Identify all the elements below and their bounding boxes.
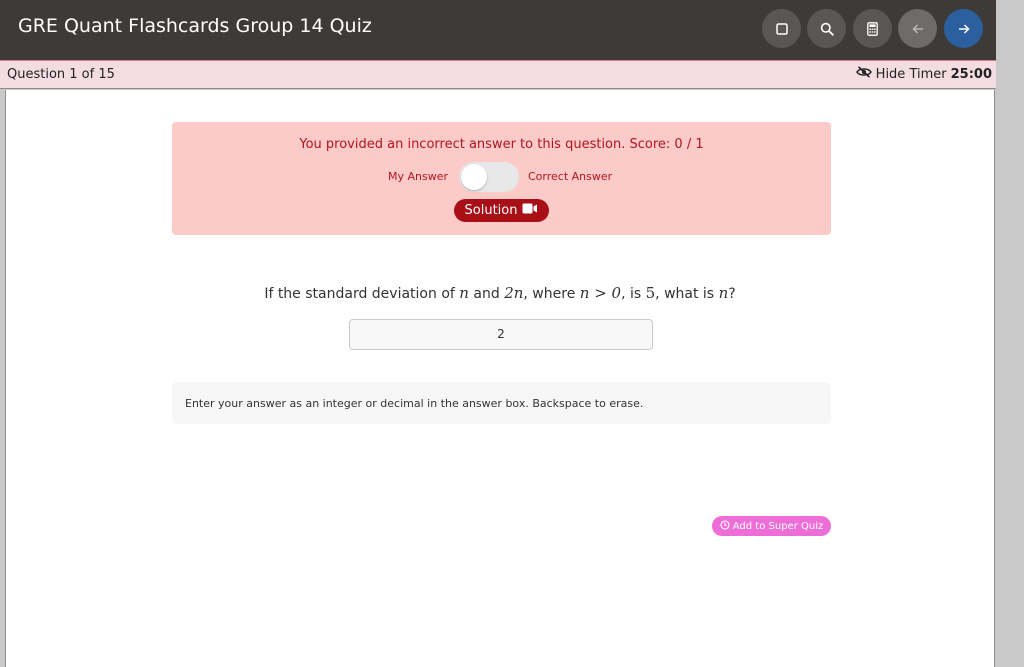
question-text-part: , what is <box>655 286 715 302</box>
eye-slash-icon <box>855 66 872 82</box>
hide-timer-label: Hide Timer <box>875 66 947 82</box>
math-variable: n <box>459 284 469 302</box>
question-text-part: , where <box>523 286 576 302</box>
question-text: If the standard deviation of n and 2n, w… <box>6 284 994 302</box>
question-panel: You provided an incorrect answer to this… <box>5 90 995 667</box>
previous-button[interactable] <box>898 9 937 48</box>
question-text-part: and <box>473 286 500 302</box>
add-to-super-quiz-button[interactable]: Add to Super Quiz <box>712 516 831 536</box>
timer-value: 25:00 <box>950 66 992 82</box>
question-status-bar: Question 1 of 15 Hide Timer 25:00 <box>0 60 996 89</box>
my-answer-label: My Answer <box>388 170 449 183</box>
fullscreen-button[interactable] <box>762 9 801 48</box>
super-quiz-label: Add to Super Quiz <box>732 520 824 532</box>
toggle-knob <box>461 164 487 190</box>
question-counter: Question 1 of 15 <box>7 67 115 82</box>
math-condition: n > 0 <box>579 284 622 302</box>
search-icon <box>820 22 834 36</box>
search-button[interactable] <box>807 9 846 48</box>
calculator-button[interactable] <box>853 9 892 48</box>
app-header: GRE Quant Flashcards Group 14 Quiz <box>0 0 996 60</box>
window-scrollbar[interactable] <box>996 0 1024 667</box>
question-text-part: , is <box>621 286 642 302</box>
square-icon <box>775 22 788 35</box>
question-text-part: If the standard deviation of <box>264 286 455 302</box>
video-icon <box>522 203 538 218</box>
arrow-right-icon <box>958 23 970 35</box>
answer-hint: Enter your answer as an integer or decim… <box>172 382 831 424</box>
hide-timer-toggle[interactable]: Hide Timer 25:00 <box>855 66 992 82</box>
arrow-left-icon <box>912 23 924 35</box>
math-value: 5 <box>645 284 656 302</box>
answer-toggle-row: My Answer Correct Answer <box>172 162 831 192</box>
correct-answer-label: Correct Answer <box>528 170 613 183</box>
solution-label: Solution <box>464 203 518 218</box>
feedback-message: You provided an incorrect answer to this… <box>299 137 704 152</box>
answer-toggle[interactable] <box>459 162 519 192</box>
question-text-part: ? <box>728 286 736 302</box>
feedback-alert: You provided an incorrect answer to this… <box>172 122 831 235</box>
solution-button[interactable]: Solution <box>454 199 549 222</box>
next-button[interactable] <box>944 9 983 48</box>
math-variable: n <box>718 284 729 302</box>
answer-input[interactable]: 2 <box>349 319 653 350</box>
calculator-icon <box>867 21 878 36</box>
clock-icon <box>720 519 730 533</box>
page-title: GRE Quant Flashcards Group 14 Quiz <box>18 15 372 37</box>
math-term: 2n <box>504 284 524 302</box>
